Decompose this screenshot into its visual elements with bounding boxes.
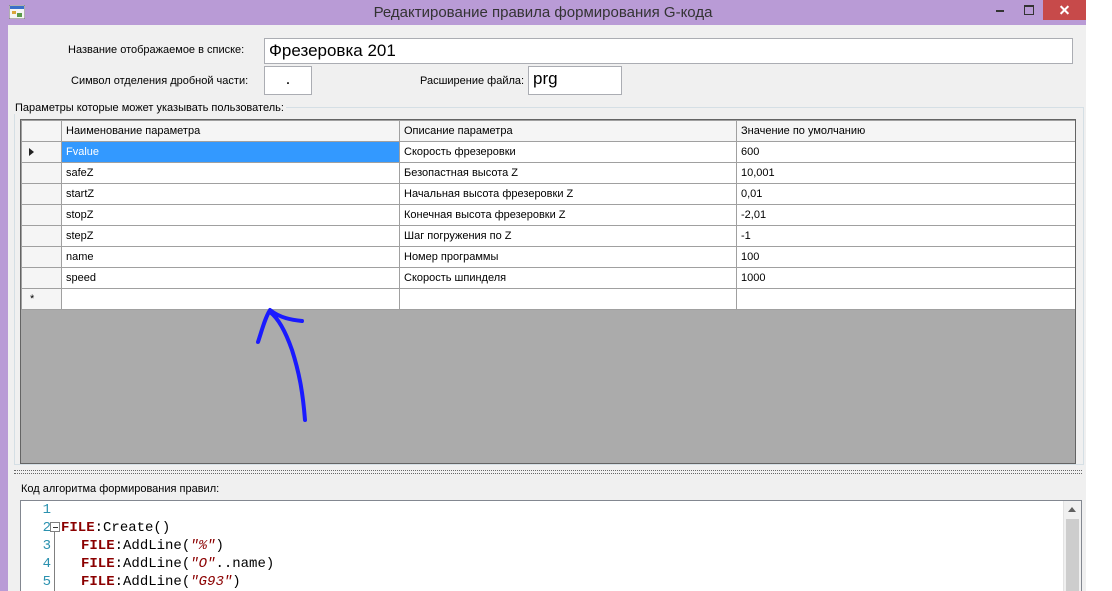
minimize-button[interactable] bbox=[985, 0, 1015, 20]
param-description-cell[interactable]: Шаг погружения по Z bbox=[399, 225, 737, 247]
param-name-cell[interactable]: stepZ bbox=[61, 225, 400, 247]
extension-input[interactable]: prg bbox=[528, 66, 622, 95]
row-header[interactable] bbox=[21, 204, 62, 226]
new-row-cell[interactable] bbox=[399, 288, 737, 310]
grid-corner-header[interactable] bbox=[21, 120, 62, 142]
code-line[interactable]: FILE:AddLine("G93") bbox=[81, 574, 241, 590]
window-client-area: Название отображаемое в списке: Фрезеров… bbox=[8, 25, 1086, 591]
param-value-cell[interactable]: -1 bbox=[736, 225, 1075, 247]
table-row[interactable]: speed Скорость шпинделя 1000 bbox=[21, 267, 1075, 289]
code-keyword: FILE bbox=[81, 556, 115, 572]
code-line[interactable]: FILE:Create() bbox=[61, 520, 170, 536]
param-description-cell[interactable]: Начальная высота фрезеровки Z bbox=[399, 183, 737, 205]
line-number: 3 bbox=[42, 538, 51, 554]
code-keyword: FILE bbox=[61, 520, 95, 536]
param-name-cell[interactable]: speed bbox=[61, 267, 400, 289]
param-value-cell[interactable]: 100 bbox=[736, 246, 1075, 268]
code-label: Код алгоритма формирования правил: bbox=[21, 483, 220, 495]
code-text: :AddLine( bbox=[114, 556, 191, 572]
row-header[interactable] bbox=[21, 246, 62, 268]
row-header[interactable] bbox=[21, 267, 62, 289]
new-row-cell[interactable] bbox=[61, 288, 400, 310]
code-text: :Create() bbox=[94, 520, 171, 536]
param-value-cell[interactable]: 1000 bbox=[736, 267, 1075, 289]
code-text: :AddLine( bbox=[114, 574, 191, 590]
splitter[interactable] bbox=[14, 470, 1082, 471]
line-number: 2 bbox=[42, 520, 51, 536]
new-row-marker: * bbox=[30, 293, 35, 305]
scroll-thumb[interactable] bbox=[1066, 519, 1079, 591]
splitter-line bbox=[14, 473, 1082, 474]
row-header[interactable] bbox=[21, 162, 62, 184]
extension-label: Расширение файла: bbox=[420, 75, 525, 87]
param-value-cell[interactable]: -2,01 bbox=[736, 204, 1075, 226]
table-row[interactable]: Fvalue Скорость фрезеровки 600 bbox=[21, 141, 1075, 163]
param-description-cell[interactable]: Конечная высота фрезеровки Z bbox=[399, 204, 737, 226]
new-row-cell[interactable] bbox=[736, 288, 1075, 310]
code-line[interactable]: FILE:AddLine("%") bbox=[81, 538, 224, 554]
line-number-gutter: 1 2 3 4 5 bbox=[21, 501, 60, 591]
param-description-cell[interactable]: Скорость фрезеровки bbox=[399, 141, 737, 163]
table-row[interactable]: safeZ Безопастная высота Z 10,001 bbox=[21, 162, 1075, 184]
table-row[interactable]: startZ Начальная высота фрезеровки Z 0,0… bbox=[21, 183, 1075, 205]
code-vertical-scrollbar[interactable] bbox=[1063, 501, 1081, 591]
param-value-cell[interactable]: 600 bbox=[736, 141, 1075, 163]
new-row[interactable]: * bbox=[21, 288, 1075, 310]
code-text: ..name) bbox=[215, 556, 275, 572]
background-window-edge bbox=[1086, 0, 1112, 591]
param-name-cell[interactable]: Fvalue bbox=[61, 141, 400, 163]
name-input[interactable]: Фрезеровка 201 bbox=[264, 38, 1073, 64]
row-header[interactable] bbox=[21, 183, 62, 205]
param-description-cell[interactable]: Номер программы bbox=[399, 246, 737, 268]
code-string: "%" bbox=[190, 538, 216, 554]
code-line[interactable]: FILE:AddLine("O"..name) bbox=[81, 556, 274, 572]
table-row[interactable]: name Номер программы 100 bbox=[21, 246, 1075, 268]
code-keyword: FILE bbox=[81, 538, 115, 554]
decimal-separator-label: Символ отделения дробной части: bbox=[71, 75, 249, 87]
row-header[interactable] bbox=[21, 225, 62, 247]
column-header-description[interactable]: Описание параметра bbox=[399, 120, 737, 142]
line-number: 5 bbox=[42, 574, 51, 590]
code-editor[interactable]: 1 2 3 4 5 FILE:Create() FILE:AddLine("%"… bbox=[20, 500, 1082, 591]
editor-window: Редактирование правила формирования G-ко… bbox=[0, 0, 1086, 591]
param-name-cell[interactable]: name bbox=[61, 246, 400, 268]
param-name-cell[interactable]: startZ bbox=[61, 183, 400, 205]
maximize-button[interactable] bbox=[1015, 0, 1043, 20]
table-row[interactable]: stepZ Шаг погружения по Z -1 bbox=[21, 225, 1075, 247]
code-keyword: FILE bbox=[81, 574, 115, 590]
column-header-name[interactable]: Наименование параметра bbox=[61, 120, 400, 142]
fold-guide bbox=[54, 531, 55, 591]
scroll-up-arrow-icon[interactable] bbox=[1068, 507, 1076, 512]
code-string: "G93" bbox=[190, 574, 233, 590]
params-grid[interactable]: Наименование параметра Описание параметр… bbox=[20, 119, 1076, 464]
code-text: :AddLine( bbox=[114, 538, 191, 554]
code-text: ) bbox=[232, 574, 241, 590]
line-number: 4 bbox=[42, 556, 51, 572]
close-button[interactable] bbox=[1043, 0, 1086, 20]
fold-collapse-icon[interactable] bbox=[50, 522, 60, 532]
title-bar[interactable]: Редактирование правила формирования G-ко… bbox=[0, 0, 1086, 25]
param-name-cell[interactable]: stopZ bbox=[61, 204, 400, 226]
line-number: 1 bbox=[42, 502, 51, 518]
param-description-cell[interactable]: Скорость шпинделя bbox=[399, 267, 737, 289]
name-label: Название отображаемое в списке: bbox=[68, 44, 245, 56]
params-group-title: Параметры которые может указывать пользо… bbox=[13, 102, 286, 114]
code-text: ) bbox=[215, 538, 224, 554]
param-name-cell[interactable]: safeZ bbox=[61, 162, 400, 184]
window-title: Редактирование правила формирования G-ко… bbox=[373, 4, 713, 21]
grid-header-row: Наименование параметра Описание параметр… bbox=[21, 120, 1075, 142]
current-row-arrow-icon bbox=[29, 148, 34, 156]
new-row-header[interactable]: * bbox=[21, 288, 62, 310]
row-header[interactable] bbox=[21, 141, 62, 163]
param-value-cell[interactable]: 10,001 bbox=[736, 162, 1075, 184]
decimal-separator-input[interactable]: . bbox=[264, 66, 312, 95]
table-row[interactable]: stopZ Конечная высота фрезеровки Z -2,01 bbox=[21, 204, 1075, 226]
param-value-cell[interactable]: 0,01 bbox=[736, 183, 1075, 205]
code-string: "O" bbox=[190, 556, 216, 572]
param-description-cell[interactable]: Безопастная высота Z bbox=[399, 162, 737, 184]
column-header-default-value[interactable]: Значение по умолчанию bbox=[736, 120, 1075, 142]
